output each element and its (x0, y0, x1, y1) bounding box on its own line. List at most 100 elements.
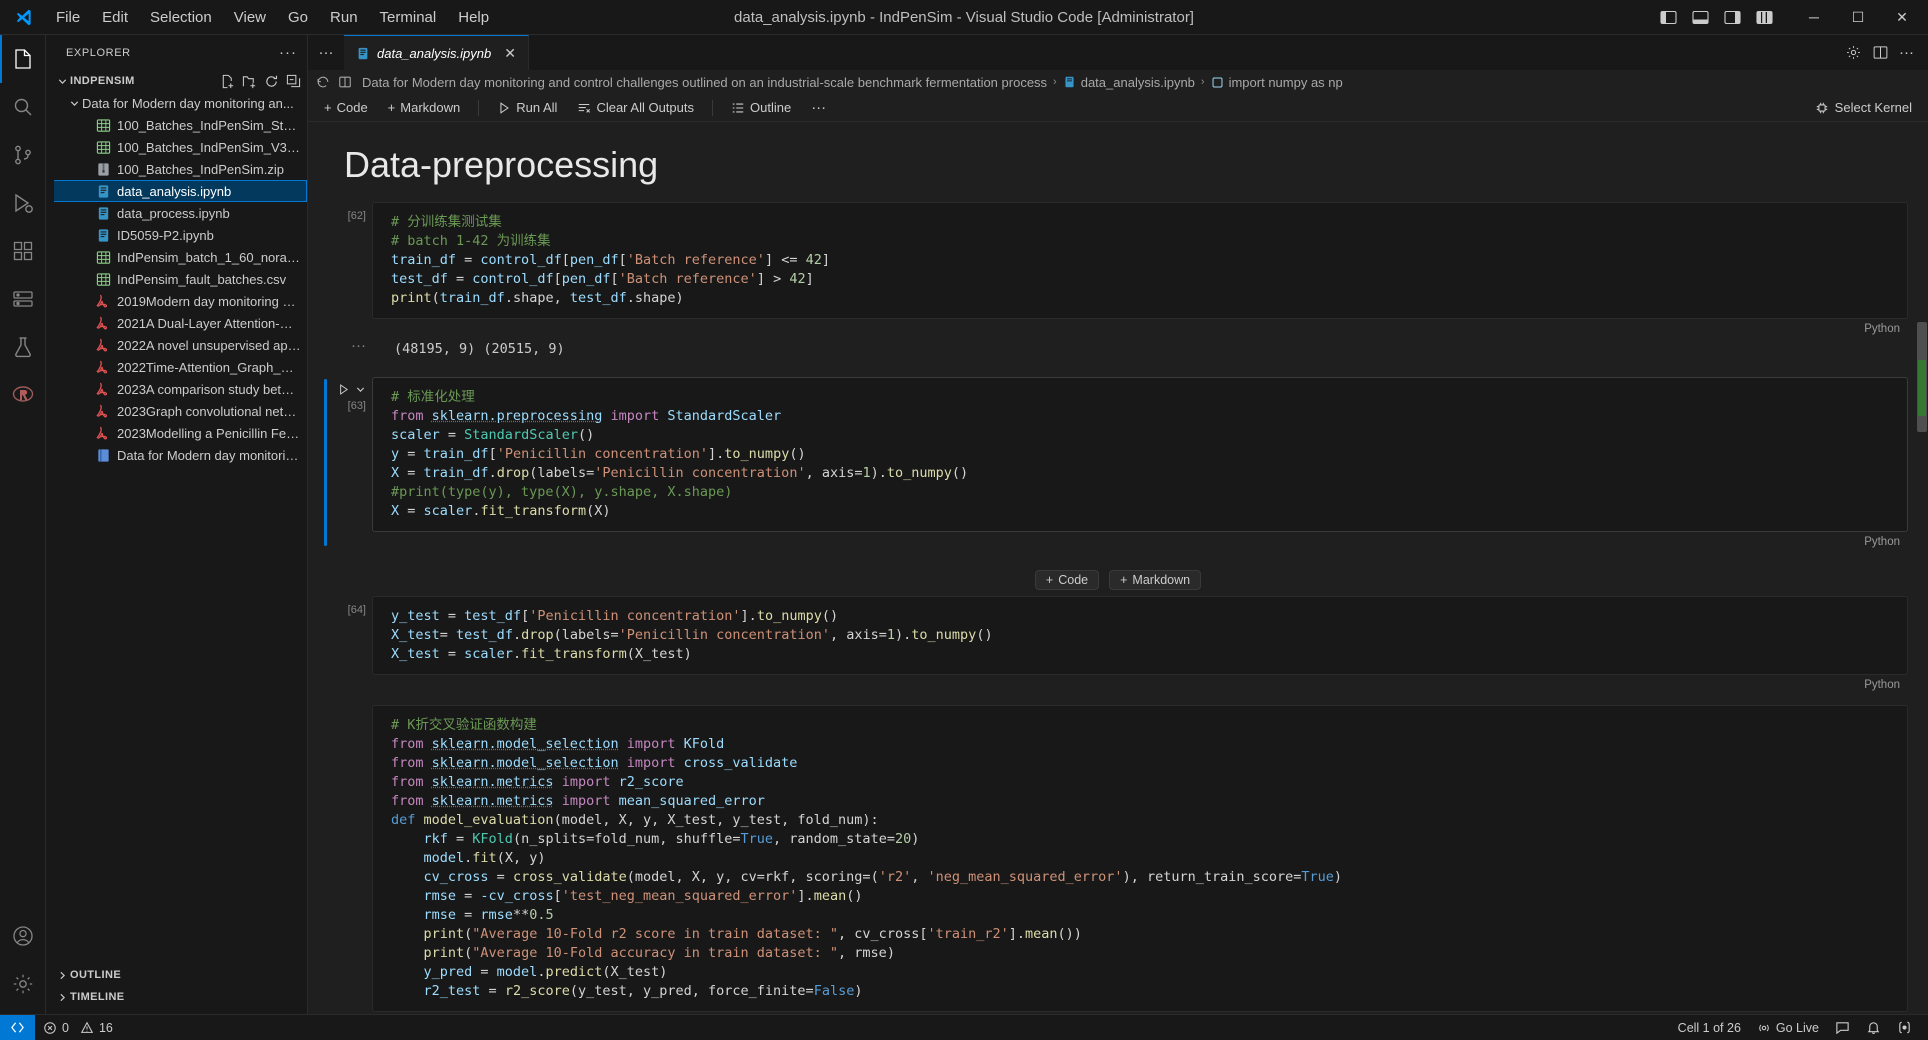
run-all-button[interactable]: Run All (489, 98, 565, 117)
breadcrumb-item-symbol[interactable]: import numpy as np (1211, 75, 1343, 90)
menu-item-file[interactable]: File (46, 6, 90, 29)
customize-layout-icon[interactable] (1750, 5, 1778, 29)
activitybar-item-r[interactable] (0, 371, 46, 419)
breadcrumb-item-folder[interactable]: Data for Modern day monitoring and contr… (362, 75, 1047, 90)
activitybar-item-search[interactable] (0, 83, 46, 131)
tree-file-2023graph-convolutional-network-so[interactable]: 2023Graph convolutional network so... (46, 400, 307, 422)
insert-markdown-cell-button[interactable]: + Markdown (1109, 570, 1201, 590)
tabs-overflow-icon[interactable]: ··· (308, 35, 344, 70)
toggle-primary-sidebar-icon[interactable] (1654, 5, 1682, 29)
layout-controls[interactable] (1654, 5, 1778, 29)
menu-item-selection[interactable]: Selection (140, 6, 222, 29)
tree-file-data-for-modern-day-monitoring-an[interactable]: Data for Modern day monitoring an... (46, 444, 307, 466)
add-markdown-cell-button[interactable]: + Markdown (380, 98, 469, 117)
breadcrumb-nav-icons[interactable] (316, 75, 352, 89)
activitybar-item-explorer[interactable] (0, 35, 46, 83)
tree-file-2022a-novel-unsupervised-approach[interactable]: 2022A novel unsupervised approach... (46, 334, 307, 356)
tree-file-2022time-attention-graph-convolu[interactable]: 2022Time-Attention_Graph_Convolu... (46, 356, 307, 378)
editor-actions[interactable]: ··· (1845, 35, 1928, 70)
history-back-icon[interactable] (316, 75, 330, 89)
menu-item-edit[interactable]: Edit (92, 6, 138, 29)
outline-button[interactable]: Outline (723, 98, 799, 117)
sidebar-section-outline[interactable]: OUTLINE (46, 964, 307, 986)
sidebar-more-actions-icon[interactable]: ··· (279, 44, 297, 61)
activitybar-item-remote-explorer[interactable] (0, 275, 46, 323)
add-code-cell-button[interactable]: + Code (316, 98, 376, 117)
editor-tab-data-analysis[interactable]: data_analysis.ipynb ✕ (344, 35, 529, 70)
notebook-cell[interactable]: [64] y_test = test_df['Penicillin concent… (308, 596, 1928, 691)
menu-item-help[interactable]: Help (448, 6, 499, 29)
code-editor[interactable]: y_test = test_df['Penicillin concentrati… (372, 596, 1908, 675)
close-button[interactable]: ✕ (1880, 0, 1924, 34)
notifications-bell-icon[interactable] (1858, 1015, 1889, 1040)
activitybar-item-run-debug[interactable] (0, 179, 46, 227)
code-editor[interactable]: # K折交叉验证函数构建 from sklearn.model_selection… (372, 705, 1908, 1012)
kernel-picker[interactable]: Select Kernel (1815, 100, 1928, 115)
minimize-button[interactable]: ─ (1792, 0, 1836, 34)
insert-code-cell-button[interactable]: + Code (1035, 570, 1099, 590)
menu-item-run[interactable]: Run (320, 6, 368, 29)
menu-item-go[interactable]: Go (278, 6, 318, 29)
run-cell-button[interactable] (337, 383, 366, 396)
tree-file-2019modern-day-monitoring-and-co[interactable]: 2019Modern day monitoring and co... (46, 290, 307, 312)
toggle-secondary-sidebar-icon[interactable] (1718, 5, 1746, 29)
tree-file-2023a-comparison-study-between-di[interactable]: 2023A comparison study between di... (46, 378, 307, 400)
clear-all-outputs-button[interactable]: Clear All Outputs (569, 98, 702, 117)
tree-file-100-batches-indpensim-statistics-csv[interactable]: 100_Batches_IndPenSim_Statistics.csv (46, 114, 307, 136)
cell-position-status[interactable]: Cell 1 of 26 (1670, 1015, 1749, 1040)
cell-language-label[interactable]: Python (372, 675, 1928, 691)
cell-language-label[interactable]: Python (372, 532, 1928, 548)
activitybar-item-testing[interactable] (0, 323, 46, 371)
activitybar-item-extensions[interactable] (0, 227, 46, 275)
close-tab-icon[interactable]: ✕ (504, 45, 516, 62)
remote-indicator-button[interactable] (0, 1015, 35, 1040)
collapse-all-icon[interactable] (286, 74, 301, 89)
tree-file-data-analysis-ipynb[interactable]: data_analysis.ipynb (46, 180, 307, 202)
tree-file-data-process-ipynb[interactable]: data_process.ipynb (46, 202, 307, 224)
notebook-more-actions-button[interactable]: ··· (803, 97, 834, 118)
editor-settings-icon[interactable] (1845, 44, 1862, 61)
tree-file-100-batches-indpensim-zip[interactable]: 100_Batches_IndPenSim.zip (46, 158, 307, 180)
notebook-cell[interactable]: [63] # 标准化处理 from sklearn.preprocessing im… (308, 377, 1928, 548)
tree-folder-data[interactable]: Data for Modern day monitoring an... (46, 92, 307, 114)
markdown-cell-title[interactable]: Data-preprocessing (308, 122, 1928, 202)
menu-bar[interactable]: File Edit Selection View Go Run Terminal… (46, 6, 499, 29)
toggle-panel-icon[interactable] (1686, 5, 1714, 29)
tree-root-indpensim[interactable]: INDPENSIM (46, 70, 307, 92)
maximize-button[interactable]: ☐ (1836, 0, 1880, 34)
sidebar-section-timeline[interactable]: TIMELINE (46, 986, 307, 1008)
notebook-outline-icon[interactable] (338, 75, 352, 89)
tree-file-indpensim-fault-batches-csv[interactable]: IndPensim_fault_batches.csv (46, 268, 307, 290)
tree-file-2023modelling-a-penicillin-fermenta[interactable]: 2023Modelling a Penicillin Fermenta... (46, 422, 307, 444)
tree-file-indpensim-batch-1-60-noramen-csv[interactable]: IndPensim_batch_1_60_noramen.csv (46, 246, 307, 268)
file-tree[interactable]: INDPENSIM Data for Modern day monitoring… (46, 70, 307, 964)
explorer-root-actions[interactable] (220, 74, 301, 89)
code-editor[interactable]: # 分训练集测试集 # batch 1-42 为训练集 train_df = con… (372, 202, 1908, 319)
refresh-explorer-icon[interactable] (264, 74, 279, 89)
new-folder-icon[interactable] (242, 74, 257, 89)
tree-file-id5059-p2-ipynb[interactable]: ID5059-P2.ipynb (46, 224, 307, 246)
menu-item-view[interactable]: View (224, 6, 276, 29)
activitybar-item-settings[interactable] (0, 960, 46, 1008)
breadcrumb[interactable]: Data for Modern day monitoring and contr… (308, 70, 1928, 94)
tree-file-2021a-dual-layer-attention-based-l[interactable]: 2021A Dual-Layer Attention-Based L... (46, 312, 307, 334)
feedback-icon[interactable] (1827, 1015, 1858, 1040)
split-editor-icon[interactable] (1872, 44, 1889, 61)
notebook-scrollbar[interactable] (1914, 122, 1928, 1014)
cell-language-label[interactable]: Python (372, 319, 1928, 335)
tree-file-100-batches-indpensim-v3-csv[interactable]: 100_Batches_IndPenSim_V3.csv (46, 136, 307, 158)
problems-status-button[interactable]: 0 16 (35, 1015, 121, 1040)
menu-item-terminal[interactable]: Terminal (370, 6, 447, 29)
notebook-cell[interactable]: [62] # 分训练集测试集 # batch 1-42 为训练集 train_df =… (308, 202, 1928, 363)
more-actions-icon[interactable]: ··· (1899, 44, 1914, 61)
activitybar-item-source-control[interactable] (0, 131, 46, 179)
notebook-editor[interactable]: Data-preprocessing [62] # 分训练集测试集 # batch … (308, 122, 1928, 1014)
code-editor[interactable]: # 标准化处理 from sklearn.preprocessing import… (372, 377, 1908, 532)
notebook-cell[interactable]: # K折交叉验证函数构建 from sklearn.model_selection… (308, 705, 1928, 1012)
copilot-status-icon[interactable] (1889, 1015, 1920, 1040)
activitybar-item-accounts[interactable] (0, 912, 46, 960)
new-file-icon[interactable] (220, 74, 235, 89)
output-more-icon[interactable]: ··· (351, 337, 366, 354)
breadcrumb-item-file[interactable]: data_analysis.ipynb (1063, 75, 1195, 90)
go-live-button[interactable]: Go Live (1749, 1015, 1827, 1040)
